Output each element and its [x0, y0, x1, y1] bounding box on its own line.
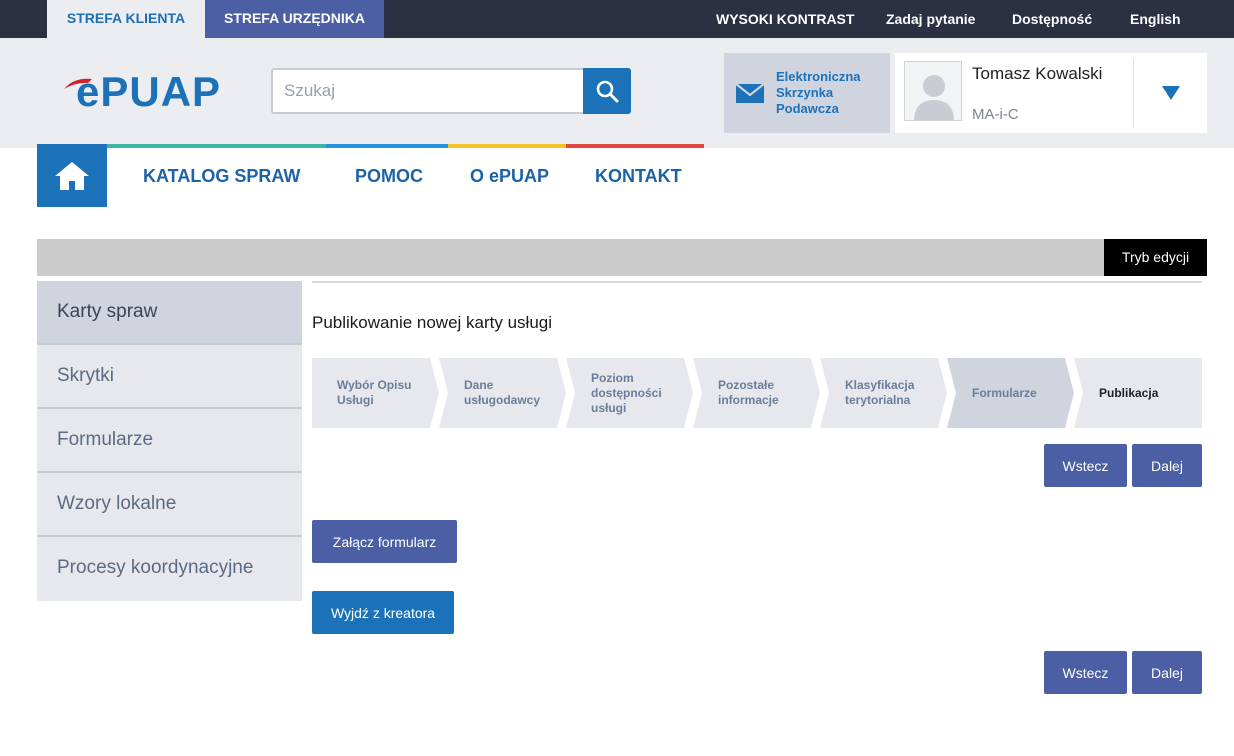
top-bar: STREFA KLIENTA STREFA URZĘDNIKA WYSOKI K… [0, 0, 1234, 38]
wizard-step-publikacja[interactable]: Publikacja [1075, 358, 1193, 428]
nav-stripe-blue [326, 144, 448, 148]
sidebar-item-formularze[interactable]: Formularze [37, 409, 302, 473]
user-divider [1133, 58, 1134, 128]
back-button-bottom[interactable]: Wstecz [1044, 651, 1127, 694]
wizard-step-label: Klasyfikacja terytorialna [845, 378, 915, 407]
nav-stripe-yellow [448, 144, 566, 148]
nav-stripe-red [566, 144, 704, 148]
nav-pomoc[interactable]: POMOC [355, 166, 423, 187]
wizard-step-pozostale-informacje[interactable]: Pozostałe informacje [694, 358, 812, 428]
user-placeholder-icon [914, 75, 954, 120]
logo-text: ePUAP [76, 71, 221, 111]
edit-mode-bar [37, 239, 1207, 276]
epuap-logo[interactable]: ePUAP [62, 71, 242, 111]
esp-label: Elektroniczna Skrzynka Podawcza [776, 69, 861, 116]
sidebar-item-skrytki[interactable]: Skrytki [37, 345, 302, 409]
page-title: Publikowanie nowej karty usługi [312, 313, 553, 332]
nav-stripe-teal [107, 144, 326, 148]
wizard-step-label: Dane usługodawcy [464, 378, 541, 407]
sidebar-item-karty-spraw[interactable]: Karty spraw [37, 281, 302, 345]
next-button-top[interactable]: Dalej [1132, 444, 1202, 487]
nav-katalog-spraw[interactable]: KATALOG SPRAW [143, 166, 300, 187]
wizard-step-label: Pozostałe informacje [718, 378, 779, 407]
attach-form-button[interactable]: Załącz formularz [312, 520, 457, 563]
esp-mailbox-link[interactable]: Elektroniczna Skrzynka Podawcza [724, 53, 890, 133]
user-panel: Tomasz Kowalski MA-i-C [895, 53, 1207, 133]
sidebar-item-procesy-koordynacyjne[interactable]: Procesy koordynacyjne [37, 537, 302, 601]
english-link[interactable]: English [1130, 0, 1181, 38]
wizard-step-opis-uslugi[interactable]: Wybór Opisu Usługi [312, 358, 430, 428]
search-button[interactable] [583, 68, 631, 114]
header: ePUAP Elektroniczna Skrzynka Podawcza To… [0, 38, 1234, 148]
accessibility-link[interactable]: Dostępność [1012, 0, 1092, 38]
search-icon [596, 80, 619, 103]
triangle-down-icon [1162, 86, 1180, 100]
sidebar-item-wzory-lokalne[interactable]: Wzory lokalne [37, 473, 302, 537]
wizard-step-label: Formularze [972, 385, 1037, 400]
next-button-bottom[interactable]: Dalej [1132, 651, 1202, 694]
wizard-step-klasyfikacja[interactable]: Klasyfikacja terytorialna [821, 358, 939, 428]
wizard-step-dane-uslugodawcy[interactable]: Dane usługodawcy [440, 358, 558, 428]
ask-question-link[interactable]: Zadaj pytanie [886, 0, 975, 38]
nav-kontakt[interactable]: KONTAKT [595, 166, 682, 187]
back-button-top[interactable]: Wstecz [1044, 444, 1127, 487]
tab-official-zone[interactable]: STREFA URZĘDNIKA [205, 0, 384, 38]
sidebar: Karty spraw Skrytki Formularze Wzory lok… [37, 281, 302, 601]
tab-client-zone[interactable]: STREFA KLIENTA [47, 0, 205, 38]
main-divider [312, 281, 1202, 283]
exit-wizard-button[interactable]: Wyjdź z kreatora [312, 591, 454, 634]
user-menu-toggle[interactable] [1135, 53, 1207, 133]
envelope-icon [736, 84, 764, 103]
home-button[interactable] [37, 144, 107, 207]
nav-o-epuap[interactable]: O ePUAP [470, 166, 549, 187]
search-input[interactable] [273, 70, 583, 112]
wizard-step-label: Wybór Opisu Usługi [337, 378, 412, 407]
wizard-step-label: Publikacja [1099, 385, 1159, 400]
wizard-step-label: Poziom dostępności usługi [591, 370, 662, 415]
user-name: Tomasz Kowalski [972, 64, 1103, 83]
user-role: MA-i-C [972, 106, 1019, 123]
home-icon [55, 161, 89, 190]
wizard-step-poziom-dostepnosci[interactable]: Poziom dostępności usługi [567, 358, 685, 428]
edit-mode-button[interactable]: Tryb edycji [1104, 239, 1207, 276]
wizard-step-formularze[interactable]: Formularze [948, 358, 1066, 428]
high-contrast-link[interactable]: WYSOKI KONTRAST [716, 0, 854, 38]
search-box [271, 68, 631, 114]
avatar [904, 61, 962, 121]
